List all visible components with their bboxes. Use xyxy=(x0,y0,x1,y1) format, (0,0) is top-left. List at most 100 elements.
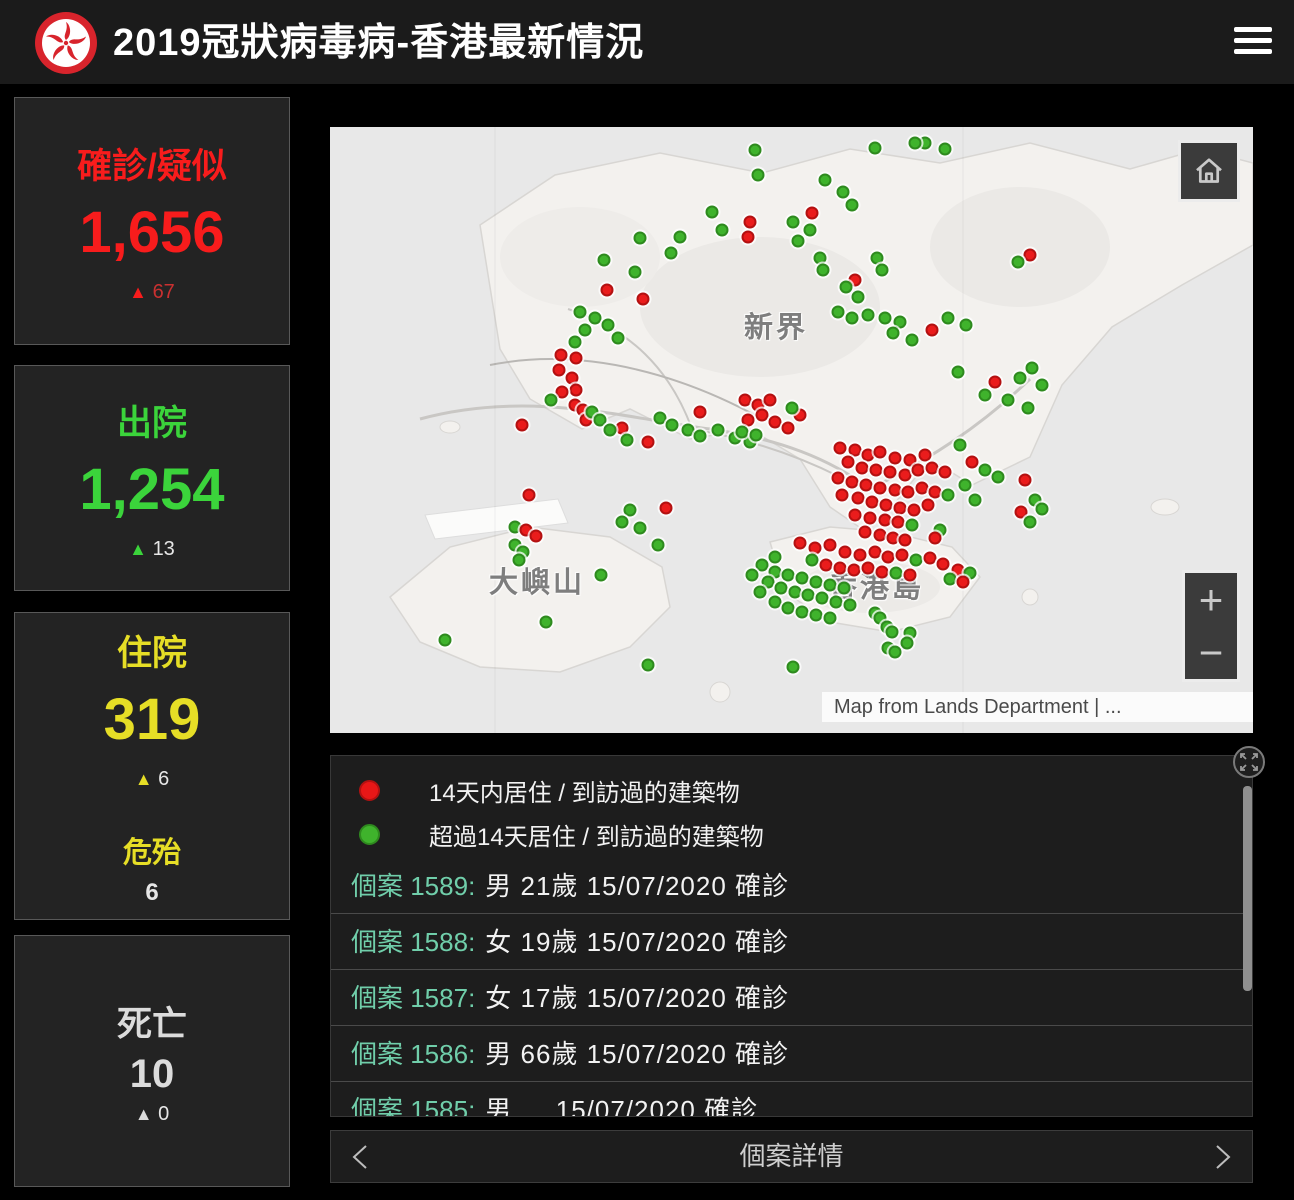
case-location-marker[interactable] xyxy=(540,616,553,629)
case-location-marker[interactable] xyxy=(612,332,625,345)
case-location-marker[interactable] xyxy=(782,422,795,435)
next-arrow-icon[interactable] xyxy=(1214,1144,1232,1170)
case-location-marker[interactable] xyxy=(787,216,800,229)
zoom-out-button[interactable]: − xyxy=(1185,626,1237,679)
case-location-marker[interactable] xyxy=(906,519,919,532)
case-location-marker[interactable] xyxy=(922,499,935,512)
case-location-marker[interactable] xyxy=(756,559,769,572)
case-location-marker[interactable] xyxy=(756,409,769,422)
case-location-marker[interactable] xyxy=(750,429,763,442)
case-location-marker[interactable] xyxy=(674,231,687,244)
case-location-marker[interactable] xyxy=(604,424,617,437)
case-location-marker[interactable] xyxy=(899,534,912,547)
case-location-marker[interactable] xyxy=(621,434,634,447)
case-location-marker[interactable] xyxy=(804,224,817,237)
case-location-marker[interactable] xyxy=(889,646,902,659)
case-location-marker[interactable] xyxy=(574,306,587,319)
case-location-marker[interactable] xyxy=(862,562,875,575)
case-location-marker[interactable] xyxy=(516,419,529,432)
case-location-marker[interactable] xyxy=(929,532,942,545)
case-location-marker[interactable] xyxy=(879,514,892,527)
case-location-marker[interactable] xyxy=(952,366,965,379)
case-location-marker[interactable] xyxy=(884,466,897,479)
case-location-marker[interactable] xyxy=(739,394,752,407)
case-location-marker[interactable] xyxy=(901,637,914,650)
case-location-marker[interactable] xyxy=(832,472,845,485)
case-location-marker[interactable] xyxy=(959,479,972,492)
case-location-marker[interactable] xyxy=(810,609,823,622)
case-location-marker[interactable] xyxy=(530,530,543,543)
case-row[interactable]: 個案 1588:女 19歲 15/07/2020 確診 xyxy=(331,914,1252,970)
case-location-marker[interactable] xyxy=(569,336,582,349)
case-location-marker[interactable] xyxy=(806,554,819,567)
case-location-marker[interactable] xyxy=(764,394,777,407)
case-location-marker[interactable] xyxy=(513,554,526,567)
case-location-marker[interactable] xyxy=(860,479,873,492)
case-location-marker[interactable] xyxy=(839,546,852,559)
case-location-marker[interactable] xyxy=(749,144,762,157)
case-location-marker[interactable] xyxy=(869,546,882,559)
case-location-marker[interactable] xyxy=(906,334,919,347)
case-location-marker[interactable] xyxy=(887,327,900,340)
case-location-marker[interactable] xyxy=(874,482,887,495)
case-location-marker[interactable] xyxy=(836,489,849,502)
case-location-marker[interactable] xyxy=(954,439,967,452)
case-location-marker[interactable] xyxy=(840,281,853,294)
case-location-marker[interactable] xyxy=(769,416,782,429)
case-location-marker[interactable] xyxy=(744,216,757,229)
case-location-marker[interactable] xyxy=(642,659,655,672)
case-location-marker[interactable] xyxy=(844,599,857,612)
case-location-marker[interactable] xyxy=(694,406,707,419)
case-location-marker[interactable] xyxy=(782,569,795,582)
case-location-marker[interactable] xyxy=(802,589,815,602)
case-location-marker[interactable] xyxy=(869,142,882,155)
case-location-marker[interactable] xyxy=(634,522,647,535)
case-location-marker[interactable] xyxy=(1012,256,1025,269)
case-location-marker[interactable] xyxy=(894,502,907,515)
case-location-marker[interactable] xyxy=(830,596,843,609)
case-location-marker[interactable] xyxy=(1024,516,1037,529)
case-location-marker[interactable] xyxy=(439,634,452,647)
case-row[interactable]: 個案 1586:男 66歲 15/07/2020 確診 xyxy=(331,1026,1252,1082)
case-location-marker[interactable] xyxy=(595,569,608,582)
case-location-marker[interactable] xyxy=(742,231,755,244)
case-location-marker[interactable] xyxy=(876,566,889,579)
case-location-marker[interactable] xyxy=(814,252,827,265)
case-location-marker[interactable] xyxy=(848,564,861,577)
case-location-marker[interactable] xyxy=(712,424,725,437)
case-location-marker[interactable] xyxy=(889,484,902,497)
case-location-marker[interactable] xyxy=(629,266,642,279)
case-location-marker[interactable] xyxy=(910,554,923,567)
case-location-marker[interactable] xyxy=(654,412,667,425)
case-row[interactable]: 個案 1587:女 17歲 15/07/2020 確診 xyxy=(331,970,1252,1026)
case-location-marker[interactable] xyxy=(942,312,955,325)
case-location-marker[interactable] xyxy=(904,569,917,582)
case-location-marker[interactable] xyxy=(882,551,895,564)
case-location-marker[interactable] xyxy=(660,502,673,515)
case-location-marker[interactable] xyxy=(1036,379,1049,392)
case-location-marker[interactable] xyxy=(553,364,566,377)
case-location-marker[interactable] xyxy=(820,559,833,572)
case-location-marker[interactable] xyxy=(1026,362,1039,375)
case-location-marker[interactable] xyxy=(796,606,809,619)
case-location-marker[interactable] xyxy=(742,414,755,427)
case-location-marker[interactable] xyxy=(792,235,805,248)
case-location-marker[interactable] xyxy=(746,569,759,582)
case-location-marker[interactable] xyxy=(601,284,614,297)
case-location-marker[interactable] xyxy=(880,499,893,512)
case-detail-bar[interactable]: 個案詳情 xyxy=(330,1130,1253,1183)
case-location-marker[interactable] xyxy=(769,596,782,609)
case-location-marker[interactable] xyxy=(916,482,929,495)
case-location-marker[interactable] xyxy=(842,456,855,469)
case-location-marker[interactable] xyxy=(782,602,795,615)
case-location-marker[interactable] xyxy=(824,539,837,552)
map-canvas[interactable]: 新界大嶼山香港島 + − Map from Lands Department |… xyxy=(330,127,1253,733)
case-location-marker[interactable] xyxy=(1022,402,1035,415)
case-location-marker[interactable] xyxy=(926,324,939,337)
case-location-marker[interactable] xyxy=(862,309,875,322)
case-location-marker[interactable] xyxy=(523,489,536,502)
case-location-marker[interactable] xyxy=(838,582,851,595)
case-location-marker[interactable] xyxy=(846,199,859,212)
case-location-marker[interactable] xyxy=(992,471,1005,484)
case-location-marker[interactable] xyxy=(1019,474,1032,487)
